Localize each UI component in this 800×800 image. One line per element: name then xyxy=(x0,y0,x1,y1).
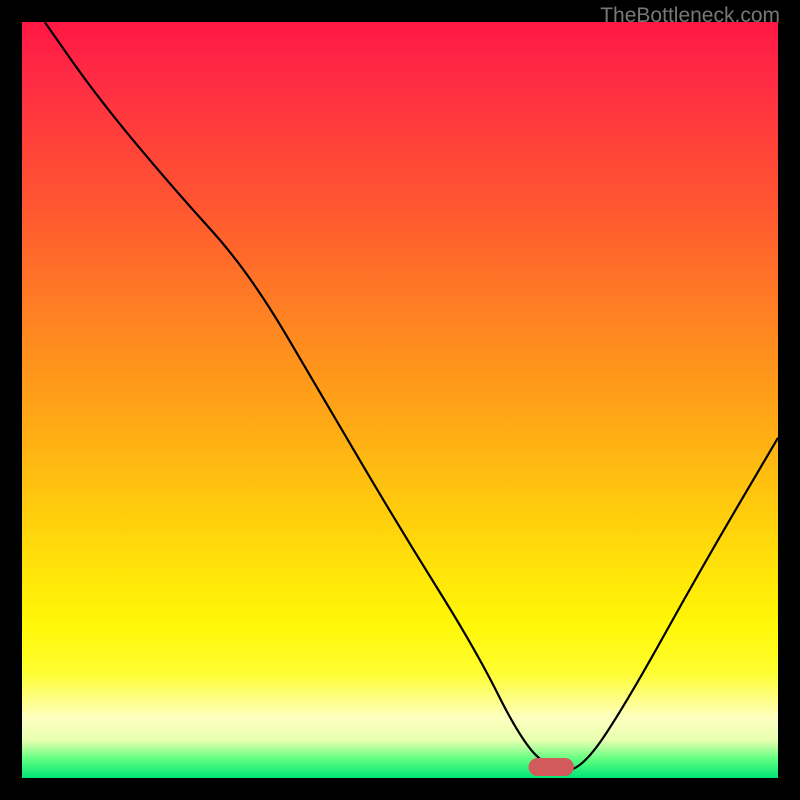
bottleneck-curve xyxy=(45,22,778,770)
chart-container: TheBottleneck.com xyxy=(0,0,800,800)
watermark-text: TheBottleneck.com xyxy=(600,4,780,28)
chart-svg xyxy=(22,22,778,778)
optimum-marker xyxy=(529,758,574,776)
plot-area xyxy=(22,22,778,778)
